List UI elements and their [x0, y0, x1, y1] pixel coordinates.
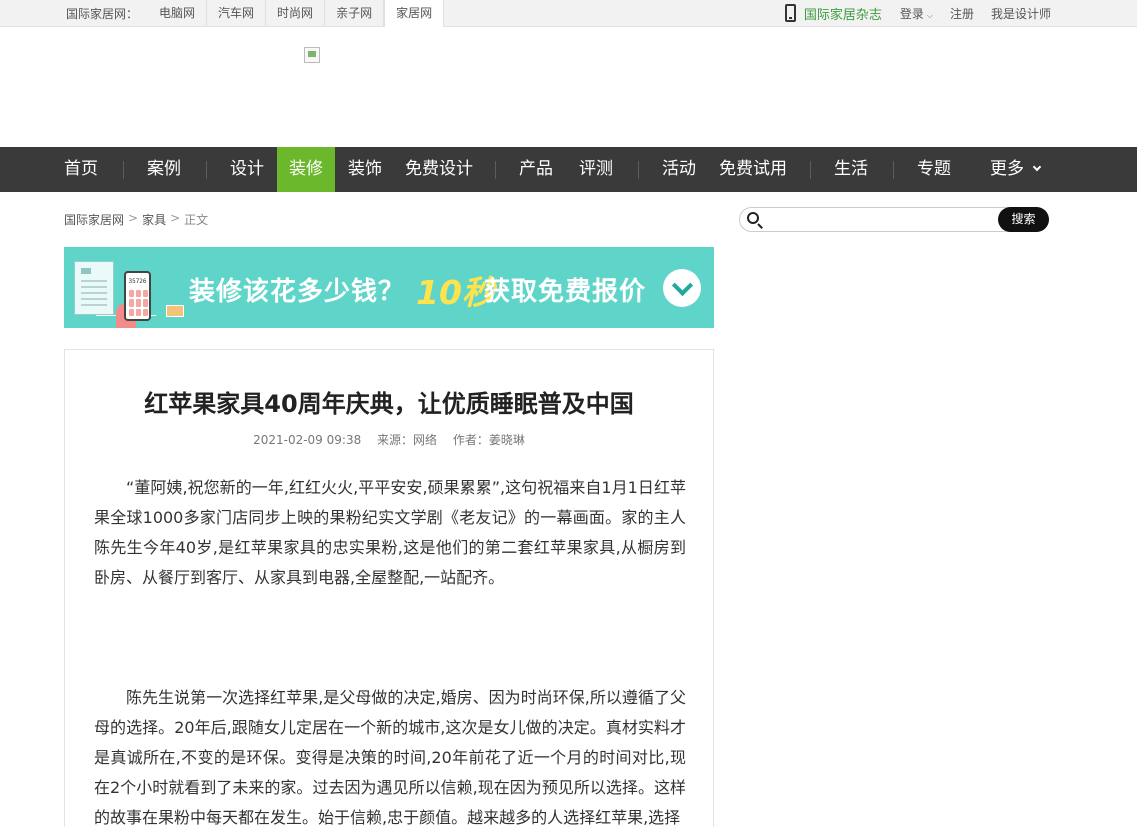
chevron-down-circle-icon[interactable]	[663, 269, 701, 307]
site-link-fashion[interactable]: 时尚网	[266, 0, 326, 26]
nav-item-design[interactable]: 设计	[218, 147, 276, 192]
breadcrumb-separator: >	[170, 211, 181, 225]
nav-divider	[893, 161, 894, 179]
nav-item-decoration[interactable]: 装饰	[336, 147, 394, 192]
search-icon	[747, 212, 759, 224]
nav-divider	[206, 161, 207, 179]
magazine-link[interactable]: 国际家居杂志	[784, 4, 882, 23]
banner-text: 装修该花多少钱？	[189, 277, 406, 307]
nav-item-free-design[interactable]: 免费设计	[397, 147, 481, 192]
magazine-label: 国际家居杂志	[803, 7, 882, 23]
breadcrumb-separator: >	[128, 211, 139, 225]
calculator-display: 35726	[128, 278, 147, 285]
nav-item-free-trial[interactable]: 免费试用	[711, 147, 795, 192]
nav-divider	[810, 161, 811, 179]
designer-link[interactable]: 我是设计师	[991, 5, 1051, 22]
nav-item-more[interactable]: 更多	[975, 147, 1055, 192]
banner-text-cta: 获取免费报价	[484, 277, 647, 307]
article-date: 2021-02-09 09:38	[253, 433, 362, 447]
article-title: 红苹果家具40周年庆典，让优质睡眠普及中国	[144, 390, 634, 418]
nav-more-label: 更多	[990, 159, 1024, 179]
calculator-icon: 35726	[124, 271, 151, 321]
card-icon	[166, 305, 184, 317]
nav-item-events[interactable]: 活动	[650, 147, 708, 192]
nav-item-products[interactable]: 产品	[507, 147, 565, 192]
breadcrumb: 国际家居网 > 家具 > 正文	[64, 211, 208, 228]
search-button[interactable]: 搜索	[998, 207, 1049, 232]
chevron-down-icon	[1032, 162, 1042, 172]
main-nav: 首页 案例 设计 装修 装饰 免费设计 产品 评测 活动 免费试用 生活 专题 …	[0, 147, 1137, 192]
login-link[interactable]: 登录 ⌵	[900, 5, 933, 22]
article-source: 来源：网络	[377, 433, 438, 447]
search-input[interactable]	[770, 210, 995, 229]
document-icon	[74, 261, 114, 315]
logo-image-icon[interactable]	[304, 47, 320, 63]
article-author: 作者：姜晓琳	[452, 433, 525, 447]
site-group-label: 国际家居网：	[66, 6, 139, 21]
top-bar: 国际家居网： 电脑网 汽车网 时尚网 亲子网 家居网 国际家居杂志 登录 ⌵ 注册…	[0, 0, 1137, 27]
breadcrumb-home[interactable]: 国际家居网	[64, 211, 124, 228]
nav-item-renovation[interactable]: 装修	[277, 147, 335, 192]
nav-item-cases[interactable]: 案例	[135, 147, 193, 192]
quote-banner[interactable]: 35726 装修该花多少钱？ 10秒 获取免费报价	[64, 247, 714, 328]
site-header	[0, 27, 1137, 147]
chevron-down-icon: ⌵	[926, 10, 933, 20]
user-links: 国际家居杂志 登录 ⌵ 注册 我是设计师	[784, 0, 1051, 26]
nav-item-home[interactable]: 首页	[52, 147, 110, 192]
site-link-auto[interactable]: 汽车网	[207, 0, 267, 26]
article-paragraph: 陈先生说第一次选择红苹果,是父母做的决定,婚房、因为时尚环保,所以遵循了父母的选…	[94, 688, 686, 827]
breadcrumb-category[interactable]: 家具	[142, 211, 166, 228]
nav-divider	[638, 161, 639, 179]
article-meta: 2021-02-09 09:38 来源：网络 作者：姜晓琳	[65, 431, 713, 448]
site-link-pc[interactable]: 电脑网	[148, 0, 208, 26]
breadcrumb-current: 正文	[184, 213, 209, 227]
site-link-parenting[interactable]: 亲子网	[325, 0, 385, 26]
nav-divider	[495, 161, 496, 179]
site-link-home[interactable]: 家居网	[384, 0, 445, 27]
phone-icon	[784, 4, 796, 22]
nav-item-topics[interactable]: 专题	[905, 147, 963, 192]
nav-item-reviews[interactable]: 评测	[567, 147, 625, 192]
nav-divider	[123, 161, 124, 179]
register-link[interactable]: 注册	[950, 5, 974, 22]
site-switcher: 国际家居网： 电脑网 汽车网 时尚网 亲子网 家居网	[56, 0, 445, 27]
login-label: 登录	[899, 6, 924, 21]
article-paragraph: “董阿姨,祝您新的一年,红红火火,平平安安,硕果累累”,这句祝福来自1月1日红苹…	[94, 478, 686, 587]
nav-item-life[interactable]: 生活	[822, 147, 880, 192]
article: 红苹果家具40周年庆典，让优质睡眠普及中国 2021-02-09 09:38 来…	[64, 349, 714, 827]
search-box: 搜索	[739, 207, 1049, 232]
